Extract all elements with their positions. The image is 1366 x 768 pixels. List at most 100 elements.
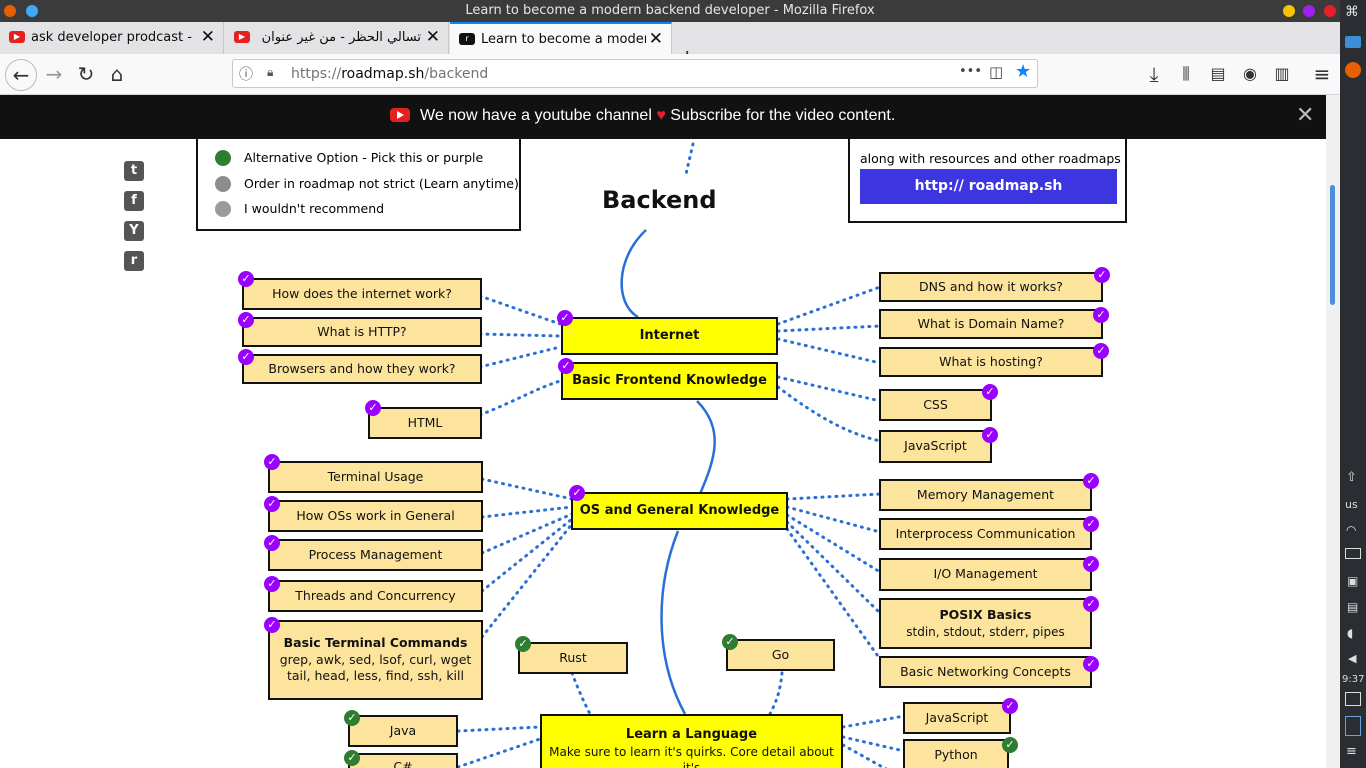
reddit-share-icon[interactable]: r bbox=[124, 251, 144, 271]
subtopic-ipc[interactable]: Interprocess Communication bbox=[879, 518, 1092, 550]
close-banner-button[interactable]: ✕ bbox=[1296, 103, 1314, 128]
sidebar-icon[interactable]: ▤ bbox=[1204, 60, 1232, 88]
subtopic-domain-name[interactable]: What is Domain Name? bbox=[879, 309, 1103, 339]
window-title: Learn to become a modern backend develop… bbox=[465, 3, 875, 18]
subtopic-hosting[interactable]: What is hosting? bbox=[879, 347, 1103, 377]
roadmap-connectors bbox=[456, 142, 906, 768]
subtopic-terminal-commands[interactable]: Basic Terminal Commands grep, awk, sed, … bbox=[268, 620, 483, 700]
lang-go[interactable]: Go bbox=[726, 639, 835, 671]
launcher-icon[interactable]: ⌘ bbox=[1345, 4, 1359, 20]
volume-icon[interactable]: ◖ bbox=[1347, 626, 1353, 640]
subtopic-threads[interactable]: Threads and Concurrency bbox=[268, 580, 483, 612]
info-icon[interactable]: ⓘ bbox=[239, 64, 253, 84]
tab-strip: ▶ ask developer prodcast - YouTube ✕ ▶ ت… bbox=[0, 22, 1340, 71]
purple-check-icon: ✓ bbox=[1083, 656, 1099, 672]
green-check-icon: ✓ bbox=[1002, 737, 1018, 753]
url-text[interactable]: https://roadmap.sh/backend bbox=[291, 66, 488, 82]
pocket-icon[interactable]: ◫ bbox=[989, 63, 1003, 81]
topic-learn-language[interactable]: Learn a Language Make sure to learn it's… bbox=[540, 714, 843, 768]
subtopic-how-os-work[interactable]: How OSs work in General bbox=[268, 500, 483, 532]
navigation-toolbar: ← → ↻ ⌂ ⓘ 🔒︎ https://roadmap.sh/backend … bbox=[0, 54, 1340, 95]
twitter-share-icon[interactable]: t bbox=[124, 161, 144, 181]
youtube-icon: ▶ bbox=[234, 31, 250, 43]
page-scrollbar[interactable] bbox=[1326, 95, 1340, 768]
info-box: along with resources and other roadmaps … bbox=[848, 139, 1127, 223]
topic-basic-frontend[interactable]: Basic Frontend Knowledge bbox=[561, 362, 778, 400]
scrollbar-thumb[interactable] bbox=[1330, 185, 1335, 305]
spine-line bbox=[660, 530, 687, 715]
subtopic-javascript[interactable]: JavaScript bbox=[879, 430, 992, 463]
subtopic-css[interactable]: CSS bbox=[879, 389, 992, 421]
hackernews-share-icon[interactable]: Y bbox=[124, 221, 144, 241]
clock[interactable]: 9:37 bbox=[1342, 674, 1364, 685]
banner-message[interactable]: We now have a youtube channel ♥ Subscrib… bbox=[420, 107, 895, 125]
keyboard-layout[interactable]: us bbox=[1345, 498, 1358, 511]
collapse-arrow-icon[interactable]: ◀ bbox=[1348, 652, 1356, 665]
downloads-icon[interactable]: ⤓ bbox=[1140, 60, 1168, 88]
topic-internet[interactable]: Internet bbox=[561, 317, 778, 355]
bookmark-star-icon[interactable]: ★ bbox=[1015, 61, 1031, 82]
subtopic-dns[interactable]: DNS and how it works? bbox=[879, 272, 1103, 302]
folder-icon[interactable] bbox=[1345, 36, 1361, 48]
extensions-icon[interactable]: ▥ bbox=[1268, 60, 1296, 88]
firefox-icon[interactable] bbox=[1345, 62, 1361, 78]
lock-icon[interactable]: 🔒︎ bbox=[267, 65, 273, 80]
purple-check-icon: ✓ bbox=[238, 312, 254, 328]
library-icon[interactable]: ⫼ bbox=[1172, 60, 1200, 88]
purple-check-icon: ✓ bbox=[238, 349, 254, 365]
subtopic-memory-management[interactable]: Memory Management bbox=[879, 479, 1092, 511]
subtopic-what-is-http[interactable]: What is HTTP? bbox=[242, 317, 482, 347]
purple-check-icon: ✓ bbox=[238, 271, 254, 287]
close-tab-icon[interactable]: ✕ bbox=[649, 29, 663, 49]
facebook-share-icon[interactable]: f bbox=[124, 191, 144, 211]
close-window-button[interactable] bbox=[1324, 5, 1336, 17]
panel-menu-icon[interactable]: ≡ bbox=[1346, 744, 1357, 759]
clipboard-icon[interactable]: ▤ bbox=[1347, 600, 1358, 614]
reload-button[interactable]: ↻ bbox=[72, 60, 100, 88]
tab-youtube-podcast[interactable]: ▶ ask developer prodcast - YouTube ✕ bbox=[0, 22, 224, 54]
tab-label: Learn to become a modern backend bbox=[481, 32, 646, 47]
subtopic-terminal-usage[interactable]: Terminal Usage bbox=[268, 461, 483, 493]
lang-csharp[interactable]: C# bbox=[348, 753, 458, 768]
lang-javascript[interactable]: JavaScript bbox=[903, 702, 1011, 734]
purple-check-icon: ✓ bbox=[569, 485, 585, 501]
subtopic-browsers[interactable]: Browsers and how they work? bbox=[242, 354, 482, 384]
menu-icon[interactable]: ≡ bbox=[1308, 60, 1336, 88]
tab-youtube-arabic[interactable]: ▶ تسالي الحظر - من غير عنوان ✕ bbox=[225, 22, 449, 54]
home-button[interactable]: ⌂ bbox=[103, 60, 131, 88]
subtopic-io-management[interactable]: I/O Management bbox=[879, 558, 1092, 591]
purple-check-icon: ✓ bbox=[1083, 596, 1099, 612]
account-icon[interactable]: ◉ bbox=[1236, 60, 1264, 88]
info-text: along with resources and other roadmaps bbox=[860, 151, 1121, 166]
subtopic-how-internet-works[interactable]: How does the internet work? bbox=[242, 278, 482, 310]
lang-python[interactable]: Python bbox=[903, 739, 1009, 768]
minimize-button[interactable] bbox=[1283, 5, 1295, 17]
roadmap-icon: r bbox=[459, 33, 475, 45]
subtopic-posix-basics[interactable]: POSIX Basics stdin, stdout, stderr, pipe… bbox=[879, 598, 1092, 649]
desktop-icon[interactable] bbox=[1345, 692, 1361, 706]
pager-icon[interactable] bbox=[1345, 716, 1361, 736]
lock-screen-icon[interactable]: ▣ bbox=[1347, 574, 1358, 588]
url-bar[interactable]: ⓘ 🔒︎ https://roadmap.sh/backend ••• ◫ ★ bbox=[232, 59, 1038, 88]
forward-button[interactable]: → bbox=[40, 60, 68, 88]
topic-os-general[interactable]: OS and General Knowledge bbox=[571, 492, 788, 530]
wifi-icon[interactable]: ◠ bbox=[1346, 523, 1356, 537]
close-tab-icon[interactable]: ✕ bbox=[201, 27, 215, 47]
battery-icon[interactable] bbox=[1345, 548, 1361, 559]
lang-rust[interactable]: Rust bbox=[518, 642, 628, 674]
lang-java[interactable]: Java bbox=[348, 715, 458, 747]
subtopic-process-management[interactable]: Process Management bbox=[268, 539, 483, 571]
close-tab-icon[interactable]: ✕ bbox=[426, 27, 440, 47]
purple-check-icon: ✓ bbox=[1002, 698, 1018, 714]
page-actions-button[interactable]: ••• bbox=[959, 64, 982, 79]
roadmap-link-button[interactable]: http:// roadmap.sh bbox=[860, 169, 1117, 204]
maximize-button[interactable] bbox=[1303, 5, 1315, 17]
update-icon[interactable]: ⇧ bbox=[1346, 470, 1357, 485]
tab-roadmap-backend[interactable]: r Learn to become a modern backend ✕ bbox=[450, 22, 672, 54]
subtopic-networking[interactable]: Basic Networking Concepts bbox=[879, 656, 1092, 688]
purple-check-icon: ✓ bbox=[982, 427, 998, 443]
purple-check-icon: ✓ bbox=[264, 454, 280, 470]
youtube-icon bbox=[390, 108, 410, 122]
back-button[interactable]: ← bbox=[5, 59, 37, 91]
subtopic-html[interactable]: HTML bbox=[368, 407, 482, 439]
